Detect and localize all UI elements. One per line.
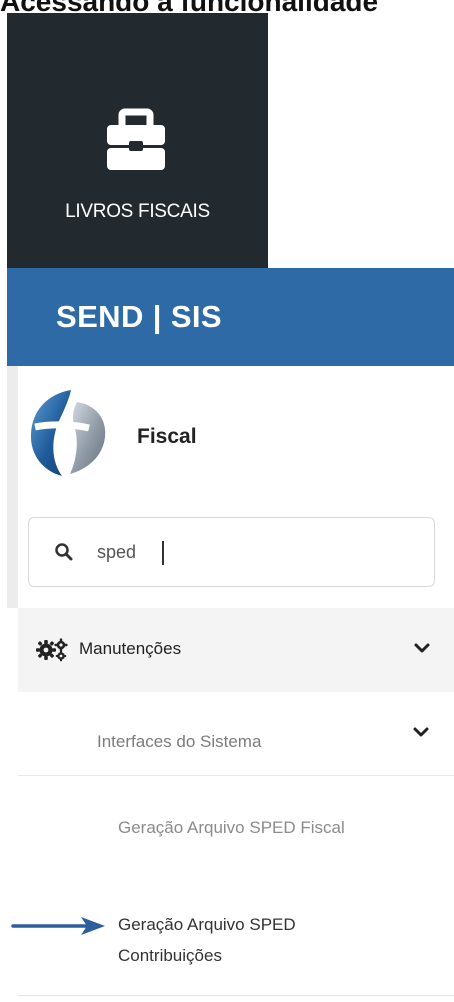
module-title: Fiscal [137,425,197,448]
menu-link-sped-contribuicoes[interactable]: Geração Arquivo SPED Contribuições [18,882,454,996]
page-heading-text: Acessando a funcionalidade [0,0,378,12]
brand-bar: SEND | SIS [7,268,454,366]
chevron-down-icon [413,727,429,737]
menu-link-label-line1: Geração Arquivo SPED [118,915,296,934]
menu-link-sped-fiscal[interactable]: Geração Arquivo SPED Fiscal [18,776,454,882]
menu-link-label: Geração Arquivo SPED Contribuições [118,909,378,971]
chevron-down-icon [414,643,430,653]
submenu-item-interfaces-do-sistema[interactable]: Interfaces do Sistema [18,692,454,776]
right-arrow-icon [11,917,105,935]
sidebar-rail [7,366,18,608]
text-cursor [162,541,164,565]
livros-fiscais-tile[interactable]: LIVROS FISCAIS [7,13,268,268]
brand-title: SEND | SIS [56,299,222,334]
menu-link-label: Geração Arquivo SPED Fiscal [118,818,345,837]
gears-icon [36,638,68,662]
search-box[interactable] [28,517,435,587]
submenu-item-label: Interfaces do Sistema [97,732,262,751]
menu-item-manutencoes[interactable]: Manutenções [18,608,454,692]
search-icon [55,543,73,561]
briefcase-icon [107,108,165,170]
sidebar: Fiscal sped Manutenções Interfaces do Si… [7,366,454,1002]
module-label: LIVROS FISCAIS [65,201,210,222]
menu-link-label-line2: Contribuições [118,946,222,965]
search-input[interactable] [97,532,397,572]
fiscal-logo [30,390,106,476]
menu-item-label: Manutenções [79,639,182,658]
page-heading: Acessando a funcionalidade [0,0,454,12]
